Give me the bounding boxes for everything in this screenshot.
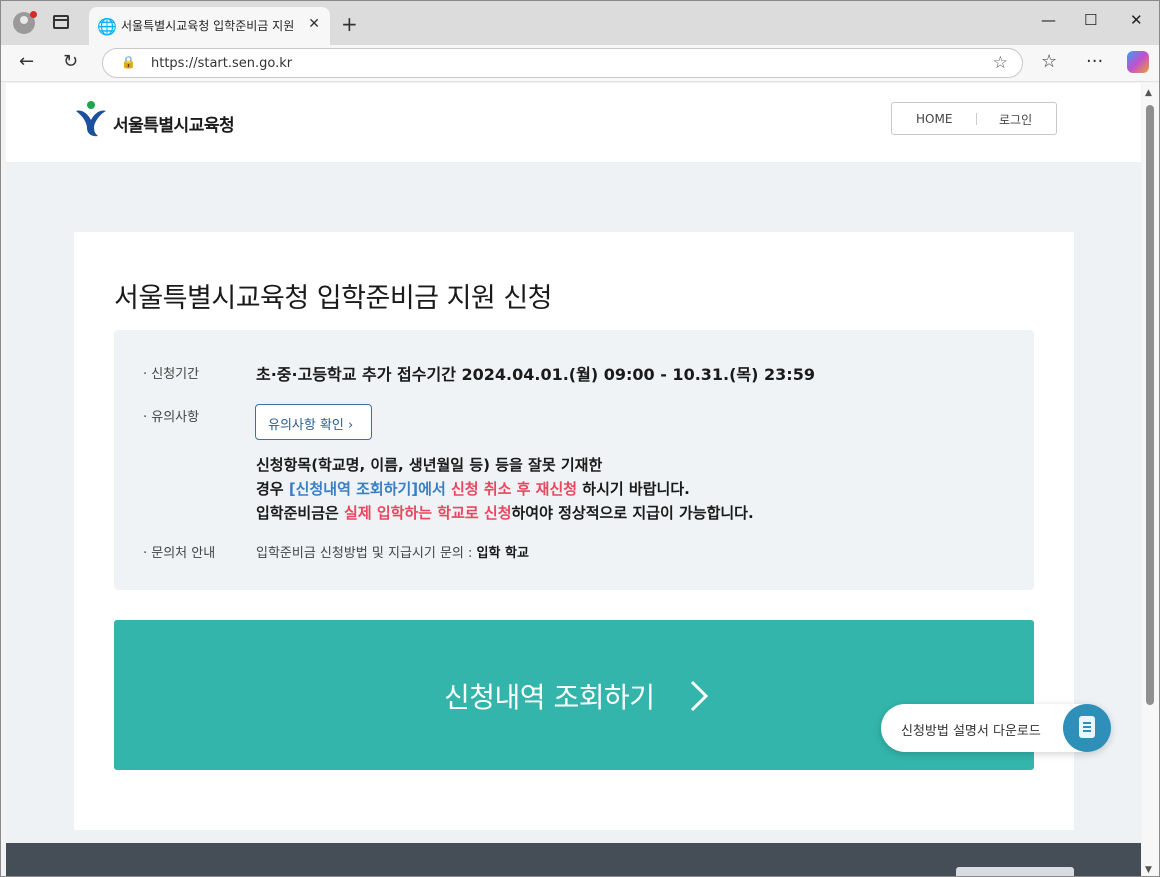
manual-download-label: 신청방법 설명서 다운로드 xyxy=(901,724,1041,739)
notice-line-3: 입학준비금은 실제 입학하는 학교로 신청하여야 정상적으로 지급이 가능합니다… xyxy=(256,504,754,522)
login-link[interactable]: 로그인 xyxy=(999,111,1032,128)
check-application-label: 신청내역 조회하기 xyxy=(444,681,655,714)
notice-button-label: 유의사항 확인 xyxy=(268,418,344,433)
notice-line-1: 신청항목(학교명, 이름, 생년월일 등) 등을 잘못 기재한 xyxy=(256,456,603,474)
minimize-icon[interactable]: — xyxy=(1041,11,1056,29)
site-header: 서울특별시교육청 HOME 로그인 xyxy=(6,83,1141,162)
period-label: · 신청기간 xyxy=(143,367,200,382)
site-footer xyxy=(6,843,1141,876)
info-panel: · 신청기간 초·중·고등학교 추가 접수기간 2024.04.01.(월) 0… xyxy=(114,330,1034,590)
address-bar[interactable]: 🔒 https://start.sen.go.kr ☆ xyxy=(102,48,1023,78)
chevron-right-icon xyxy=(690,680,709,712)
scroll-down-icon[interactable]: ▼ xyxy=(1145,865,1152,875)
document-icon xyxy=(1063,704,1111,752)
tab-actions-icon[interactable] xyxy=(53,15,69,29)
scroll-up-icon[interactable]: ▲ xyxy=(1145,88,1152,98)
back-icon[interactable]: ← xyxy=(19,51,34,72)
period-value: 초·중·고등학교 추가 접수기간 2024.04.01.(월) 09:00 - … xyxy=(256,365,815,384)
lock-icon[interactable]: 🔒 xyxy=(121,55,136,69)
contact-label: · 문의처 안내 xyxy=(143,546,216,561)
tab-bar: 🌐 서울특별시교육청 입학준비금 지원 ✕ + — ☐ ✕ xyxy=(1,1,1159,45)
notice-warning-text-2: 실제 입학하는 학교로 신청 xyxy=(344,504,512,522)
notice-line-2: 경우 [신청내역 조회하기]에서 신청 취소 후 재신청 하시기 바랍니다. xyxy=(256,480,690,498)
refresh-icon[interactable]: ↻ xyxy=(63,51,78,72)
tab-title: 서울특별시교육청 입학준비금 지원 xyxy=(121,19,295,33)
contact-text: 입학준비금 신청방법 및 지급시기 문의 : 입학 학교 xyxy=(256,546,529,561)
close-icon[interactable]: ✕ xyxy=(1130,11,1143,29)
notification-dot xyxy=(30,11,37,18)
scroll-thumb[interactable] xyxy=(1146,105,1154,705)
chevron-right-icon: › xyxy=(348,418,354,433)
footer-select[interactable] xyxy=(956,867,1074,876)
globe-icon: 🌐 xyxy=(97,17,117,36)
page-viewport: 서울특별시교육청 HOME 로그인 서울특별시교육청 입학준비금 지원 신청 ·… xyxy=(6,83,1141,876)
page-scrollbar[interactable]: ▲ ▼ xyxy=(1142,83,1159,876)
manual-download-button[interactable]: 신청방법 설명서 다운로드 xyxy=(881,704,1111,752)
notice-link-text: [신청내역 조회하기]에서 xyxy=(288,480,446,498)
favorite-star-icon[interactable]: ☆ xyxy=(993,53,1008,73)
notice-confirm-button[interactable]: 유의사항 확인 › xyxy=(255,404,372,440)
home-link[interactable]: HOME xyxy=(916,112,952,126)
maximize-icon[interactable]: ☐ xyxy=(1084,11,1097,29)
browser-window: 🌐 서울특별시교육청 입학준비금 지원 ✕ + — ☐ ✕ ← ↻ 🔒 http… xyxy=(0,0,1160,877)
new-tab-button[interactable]: + xyxy=(341,12,358,36)
notice-text: 신청항목(학교명, 이름, 생년월일 등) 등을 잘못 기재한 경우 [신청내역… xyxy=(256,453,754,525)
header-divider xyxy=(976,113,977,125)
notice-label: · 유의사항 xyxy=(143,410,200,425)
copilot-icon[interactable] xyxy=(1127,51,1149,73)
seoul-education-logo[interactable] xyxy=(74,100,108,138)
logo-text[interactable]: 서울특별시교육청 xyxy=(113,111,235,136)
header-button-group: HOME 로그인 xyxy=(891,102,1057,135)
more-icon[interactable]: ··· xyxy=(1086,51,1103,72)
page-title: 서울특별시교육청 입학준비금 지원 신청 xyxy=(114,283,553,314)
active-tab[interactable]: 🌐 서울특별시교육청 입학준비금 지원 ✕ xyxy=(89,7,330,45)
notice-warning-text: 신청 취소 후 재신청 xyxy=(451,480,578,498)
navigation-bar: ← ↻ 🔒 https://start.sen.go.kr ☆ ☆ ··· xyxy=(1,45,1159,82)
tab-close-icon[interactable]: ✕ xyxy=(308,16,320,32)
contact-bold: 입학 학교 xyxy=(476,546,529,561)
favorites-icon[interactable]: ☆ xyxy=(1041,51,1057,72)
url-text[interactable]: https://start.sen.go.kr xyxy=(151,56,292,71)
